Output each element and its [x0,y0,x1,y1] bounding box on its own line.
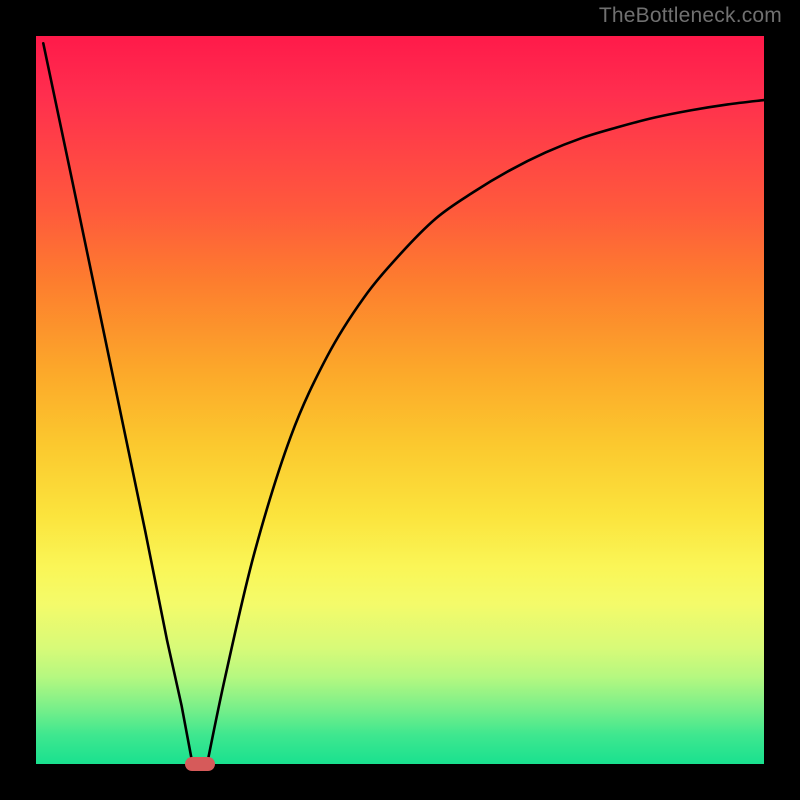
highlight-marker [185,757,216,772]
plot-area [36,36,764,764]
watermark-text: TheBottleneck.com [599,4,782,28]
curve-right-branch [207,100,764,764]
curve-left-branch [43,43,192,764]
chart-frame: TheBottleneck.com [0,0,800,800]
curve-svg [36,36,764,764]
